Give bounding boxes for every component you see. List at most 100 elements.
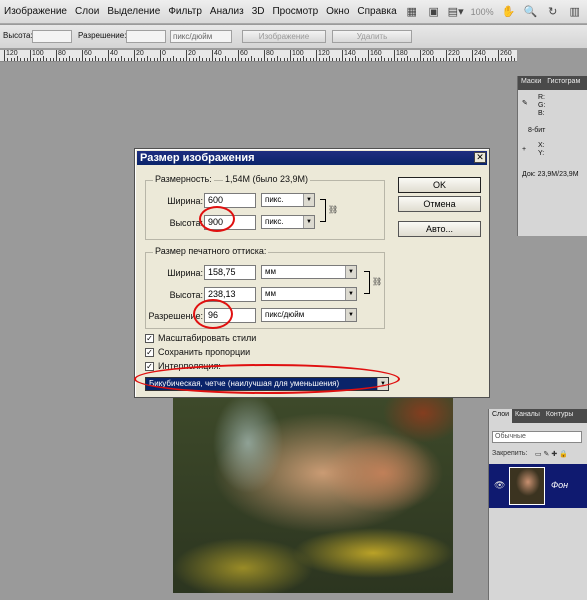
menu-3d[interactable]: 3D <box>248 6 269 17</box>
photo-canvas[interactable] <box>173 393 453 593</box>
menu-layers[interactable]: Слои <box>71 6 103 17</box>
ruler-label: 120 <box>6 50 18 57</box>
ruler-minor-tick <box>39 58 41 61</box>
visibility-eye-icon[interactable]: 👁 <box>494 480 505 491</box>
ruler-minor-tick <box>205 58 207 61</box>
ruler-minor-tick <box>176 58 178 61</box>
ruler-minor-tick <box>137 58 139 61</box>
doc-width-unit-select[interactable]: мм ▼ <box>261 265 357 279</box>
ruler-minor-tick <box>156 58 158 61</box>
ruler-minor-tick <box>257 58 259 61</box>
ruler-minor-tick <box>481 58 483 61</box>
ruler-minor-tick <box>452 58 454 61</box>
close-icon[interactable]: ✕ <box>474 152 486 163</box>
menu-view[interactable]: Просмотр <box>268 6 322 17</box>
bridge-icon[interactable]: ▦ <box>403 4 421 20</box>
horizontal-ruler[interactable]: 120 100 80 60 40 20 0 20 40 60 80 100 120 140 160 180 20… <box>0 50 517 62</box>
highlight-oval-height <box>199 206 235 232</box>
ruler-minor-tick <box>381 56 382 61</box>
ruler-minor-tick <box>254 58 256 61</box>
info-doc-size: Док: 23,9M/23,9M <box>522 171 579 178</box>
menu-filter[interactable]: Фильтр <box>164 6 206 17</box>
lock-icons[interactable]: ▭ ✎ ✚ 🔒 <box>535 450 568 458</box>
ruler-minor-tick <box>426 58 428 61</box>
ruler-major-tick <box>316 50 317 61</box>
ruler-label: 100 <box>292 50 304 57</box>
ruler-minor-tick <box>179 58 181 61</box>
zoom-level[interactable]: 100% <box>471 7 494 17</box>
pixel-dimensions-value: 1,54M (было 23,9M) <box>223 174 311 184</box>
dialog-titlebar[interactable]: Размер изображения ✕ <box>137 151 487 165</box>
ok-button[interactable]: OK <box>398 177 481 193</box>
resolution-unit-select[interactable]: пикс/дюйм ▼ <box>261 308 357 322</box>
menu-analysis[interactable]: Анализ <box>206 6 248 17</box>
ruler-major-tick <box>264 50 265 61</box>
layer-name[interactable]: Фон <box>551 480 568 490</box>
ruler-minor-tick <box>192 58 194 61</box>
pixel-height-unit-select[interactable]: пикс. ▼ <box>261 215 315 229</box>
ruler-label: 60 <box>84 50 92 57</box>
menu-window[interactable]: Окно <box>322 6 353 17</box>
clear-button[interactable]: Удалить <box>332 30 412 43</box>
tab-layers[interactable]: Слои <box>489 409 513 423</box>
pixel-height-label: Высота: <box>169 218 203 228</box>
dropdown-arrow-icon: ▼ <box>345 266 356 278</box>
doc-width-field[interactable]: 158,75 <box>204 265 256 280</box>
ruler-label: 20 <box>136 50 144 57</box>
info-y-label: Y: <box>538 150 545 157</box>
info-g-label: G: <box>538 102 546 109</box>
hand-tool-icon[interactable]: ✋ <box>500 4 518 20</box>
ruler-minor-tick <box>182 58 184 61</box>
ruler-minor-tick <box>104 58 106 61</box>
ruler-minor-tick <box>306 58 308 61</box>
resample-checkbox[interactable]: ✓ <box>145 362 154 371</box>
height-field[interactable] <box>32 30 72 43</box>
resolution-field[interactable] <box>126 30 166 43</box>
ruler-minor-tick <box>358 58 360 61</box>
ruler-minor-tick <box>514 58 516 61</box>
menu-help[interactable]: Справка <box>353 6 400 17</box>
zoom-tool-icon[interactable]: 🔍 <box>522 4 540 20</box>
rotate-view-icon[interactable]: ↻ <box>544 4 562 20</box>
ruler-minor-tick <box>241 58 243 61</box>
ruler-minor-tick <box>189 58 191 61</box>
ruler-minor-tick <box>163 58 165 61</box>
ruler-minor-tick <box>494 58 496 61</box>
ruler-minor-tick <box>173 56 174 61</box>
scale-styles-checkbox[interactable]: ✓ <box>145 334 154 343</box>
arrange-docs-icon[interactable]: ▥ <box>566 4 584 20</box>
ruler-minor-tick <box>228 58 230 61</box>
ruler-minor-tick <box>296 58 298 61</box>
ruler-minor-tick <box>147 56 148 61</box>
lock-label: Закрепить: <box>492 450 528 457</box>
ruler-minor-tick <box>410 58 412 61</box>
menu-select[interactable]: Выделение <box>103 6 164 17</box>
ruler-minor-tick <box>267 58 269 61</box>
minibridge-icon[interactable]: ▣ <box>425 4 443 20</box>
ruler-minor-tick <box>121 56 122 61</box>
auto-button[interactable]: Авто... <box>398 221 481 237</box>
constrain-proportions-checkbox[interactable]: ✓ <box>145 348 154 357</box>
doc-height-unit-select[interactable]: мм ▼ <box>261 287 357 301</box>
cancel-button[interactable]: Отмена <box>398 196 481 212</box>
ruler-major-tick <box>498 50 499 61</box>
doc-constrain-bracket <box>364 271 370 294</box>
ruler-major-tick <box>212 50 213 61</box>
ruler-minor-tick <box>374 58 376 61</box>
blend-mode-select[interactable]: Обычные <box>492 431 582 443</box>
tab-masks[interactable]: Маски <box>518 76 544 90</box>
layer-row-background[interactable]: 👁 Фон <box>489 464 587 508</box>
menu-image[interactable]: Изображение <box>0 6 71 17</box>
tab-channels[interactable]: Каналы <box>512 409 543 423</box>
ruler-minor-tick <box>169 58 171 61</box>
front-image-button[interactable]: Изображение <box>242 30 326 43</box>
pixel-dimensions-label: Размерность: <box>153 174 214 184</box>
tab-histogram[interactable]: Гистограм <box>544 76 583 90</box>
ruler-label: 260 <box>500 50 512 57</box>
ruler-minor-tick <box>130 58 132 61</box>
view-extras-icon[interactable]: ▤▾ <box>447 4 465 20</box>
pixel-width-unit-select[interactable]: пикс. ▼ <box>261 193 315 207</box>
ruler-minor-tick <box>319 58 321 61</box>
resolution-unit-select[interactable]: пикс/дюйм <box>170 30 232 43</box>
tab-paths[interactable]: Контуры <box>543 409 576 423</box>
